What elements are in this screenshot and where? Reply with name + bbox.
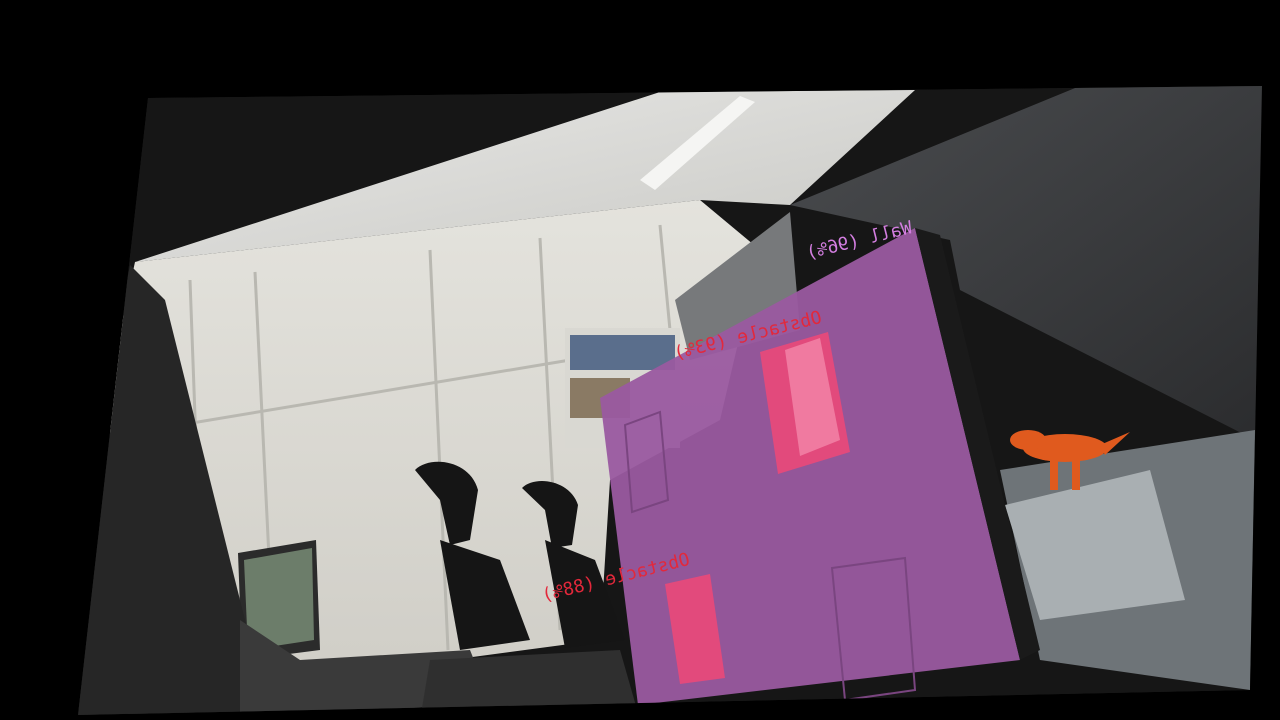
foreground-floor (420, 650, 640, 715)
ar-camera-view: Wall (96%) Obstacle (93%) Obstacle (88%) (0, 0, 1280, 720)
camera-scene (78, 86, 1262, 715)
